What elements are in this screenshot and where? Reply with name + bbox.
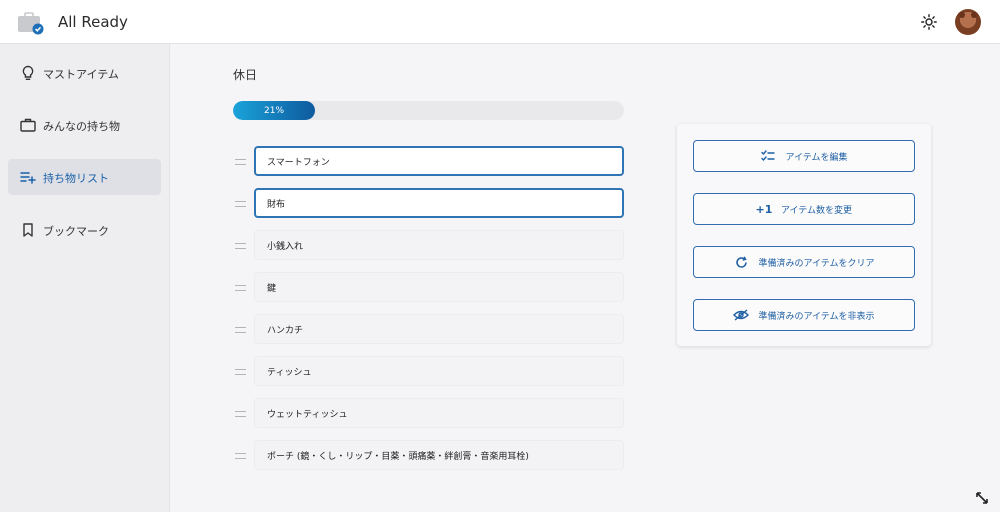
list-item: スマートフォン	[233, 146, 625, 188]
drag-handle-icon[interactable]	[235, 453, 246, 459]
list-item: 鍵	[233, 272, 625, 314]
action-panel: アイテムを編集 +1 アイテム数を変更 準備済みのアイテムをクリア 準備済みのア…	[677, 124, 931, 346]
sun-icon	[921, 14, 937, 30]
item-toggle[interactable]: 財布	[254, 188, 624, 218]
change-count-button[interactable]: +1 アイテム数を変更	[693, 193, 915, 225]
sidebar-item-everyones-items[interactable]: みんなの持ち物	[8, 107, 161, 143]
item-label: 鍵	[267, 283, 277, 294]
user-avatar[interactable]	[955, 9, 981, 35]
progress-fill: 21%	[233, 101, 316, 120]
refresh-icon	[733, 254, 749, 270]
item-list: スマートフォン 財布 小銭入れ 鍵 ハンカチ ティッシュ ウェットティッシュ ポ…	[233, 146, 625, 482]
checklist-icon	[760, 148, 776, 164]
list-item: ウェットティッシュ	[233, 398, 625, 440]
change-count-label: アイテム数を変更	[780, 205, 853, 216]
item-label: スマートフォン	[267, 157, 330, 168]
plus-one-icon: +1	[755, 202, 773, 216]
item-toggle[interactable]: ウェットティッシュ	[254, 398, 624, 428]
list-item: 小銭入れ	[233, 230, 625, 272]
progress-bar: 21%	[233, 101, 624, 120]
hide-ready-label: 準備済みのアイテムを非表示	[758, 311, 875, 322]
page-title: 休日	[233, 68, 258, 82]
drag-handle-icon[interactable]	[235, 327, 246, 333]
edit-items-label: アイテムを編集	[785, 152, 848, 163]
briefcase-icon	[19, 116, 37, 134]
item-toggle[interactable]: ティッシュ	[254, 356, 624, 386]
playlist-add-icon	[19, 168, 37, 186]
list-item: ティッシュ	[233, 356, 625, 398]
item-label: ポーチ (鏡・くし・リップ・目薬・頭痛薬・絆創膏・音楽用耳栓)	[267, 451, 529, 462]
drag-handle-icon[interactable]	[235, 285, 246, 291]
item-toggle[interactable]: スマートフォン	[254, 146, 624, 176]
drag-handle-icon[interactable]	[235, 411, 246, 417]
app-logo-icon	[18, 11, 44, 35]
sidebar: マストアイテム みんなの持ち物 持ち物リスト ブックマーク	[0, 44, 170, 512]
main-content: 休日 21% スマートフォン 財布 小銭入れ 鍵 ハンカチ ティッシュ ウェット…	[171, 44, 1000, 512]
clear-ready-label: 準備済みのアイテムをクリア	[758, 258, 875, 269]
drag-handle-icon[interactable]	[235, 243, 246, 249]
app-title: All Ready	[58, 13, 128, 31]
sidebar-item-label: ブックマーク	[43, 225, 109, 238]
sidebar-item-label: 持ち物リスト	[43, 172, 109, 185]
theme-toggle-button[interactable]	[918, 11, 940, 33]
edit-items-button[interactable]: アイテムを編集	[693, 140, 915, 172]
item-toggle[interactable]: 小銭入れ	[254, 230, 624, 260]
sidebar-item-must-items[interactable]: マストアイテム	[8, 55, 161, 91]
drag-handle-icon[interactable]	[235, 201, 246, 207]
lightbulb-icon	[19, 64, 37, 82]
item-toggle[interactable]: ポーチ (鏡・くし・リップ・目薬・頭痛薬・絆創膏・音楽用耳栓)	[254, 440, 624, 470]
eye-off-icon	[733, 307, 750, 323]
sidebar-item-label: みんなの持ち物	[43, 120, 120, 133]
app-header: All Ready	[0, 0, 1000, 44]
resize-handle-icon[interactable]	[975, 490, 989, 504]
list-item: ハンカチ	[233, 314, 625, 356]
item-toggle[interactable]: ハンカチ	[254, 314, 624, 344]
sidebar-item-label: マストアイテム	[43, 68, 119, 81]
list-item: ポーチ (鏡・くし・リップ・目薬・頭痛薬・絆創膏・音楽用耳栓)	[233, 440, 625, 482]
progress-label: 21%	[264, 105, 285, 116]
bookmark-icon	[19, 221, 37, 239]
item-label: 財布	[267, 199, 286, 210]
hide-ready-button[interactable]: 準備済みのアイテムを非表示	[693, 299, 915, 331]
item-label: ハンカチ	[267, 325, 304, 336]
item-toggle[interactable]: 鍵	[254, 272, 624, 302]
list-item: 財布	[233, 188, 625, 230]
drag-handle-icon[interactable]	[235, 159, 246, 165]
item-label: 小銭入れ	[267, 241, 304, 252]
sidebar-item-bookmarks[interactable]: ブックマーク	[8, 212, 161, 248]
item-label: ウェットティッシュ	[267, 409, 348, 420]
item-label: ティッシュ	[267, 367, 312, 378]
sidebar-item-packing-list[interactable]: 持ち物リスト	[8, 159, 161, 195]
clear-ready-button[interactable]: 準備済みのアイテムをクリア	[693, 246, 915, 278]
drag-handle-icon[interactable]	[235, 369, 246, 375]
